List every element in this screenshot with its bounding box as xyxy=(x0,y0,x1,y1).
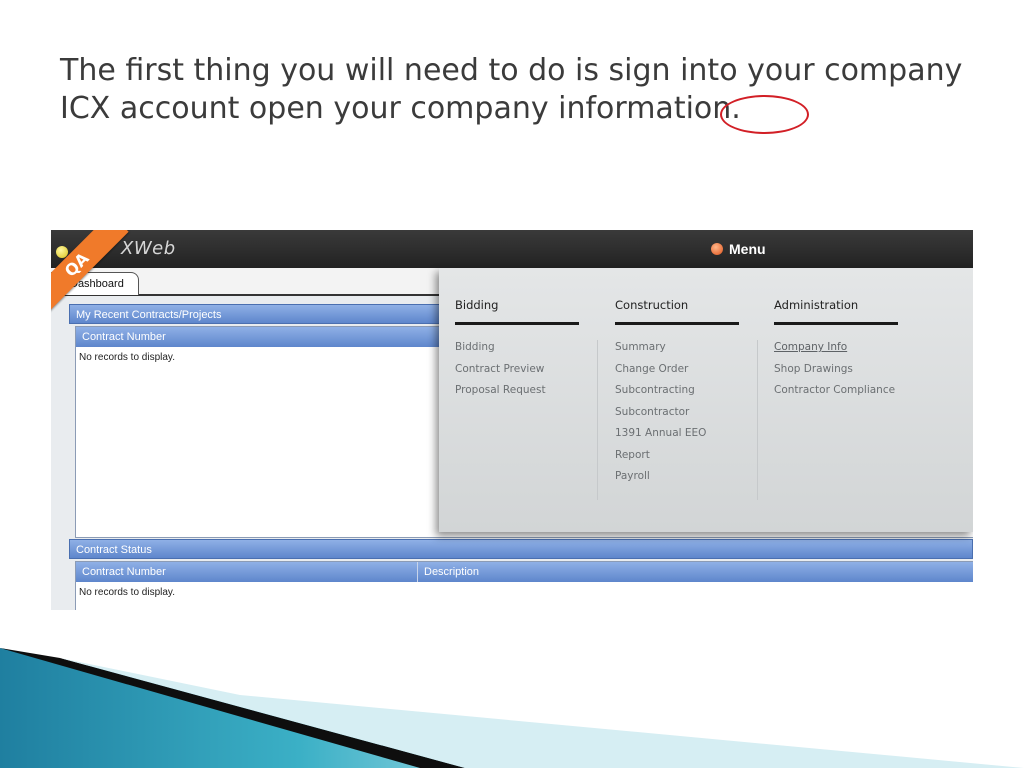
menu-column-divider xyxy=(597,340,598,500)
menu-item-report[interactable]: Report xyxy=(615,448,706,470)
empty-grid-message: No records to display. xyxy=(79,352,175,363)
menu-orb-icon xyxy=(711,243,723,255)
menu-item-subcontractor[interactable]: Subcontractor xyxy=(615,405,706,427)
contract-status-grid: Contract Number Description No records t… xyxy=(75,561,973,610)
menu-item-payroll[interactable]: Payroll xyxy=(615,469,706,491)
menu-item-summary[interactable]: Summary xyxy=(615,340,706,362)
app-screenshot: XWeb Menu Dashboard QA My Recent Contrac… xyxy=(51,230,973,610)
menu-heading-rule xyxy=(774,322,898,325)
menu-button[interactable]: Menu xyxy=(711,238,766,260)
menu-column-divider xyxy=(757,340,758,500)
menu-item-contract-preview[interactable]: Contract Preview xyxy=(455,362,546,384)
menu-item-bidding[interactable]: Bidding xyxy=(455,340,546,362)
mega-menu-dropdown: Bidding Bidding Contract Preview Proposa… xyxy=(439,268,973,532)
menu-item-contractor-compliance[interactable]: Contractor Compliance xyxy=(774,383,895,405)
menu-item-company-info[interactable]: Company Info xyxy=(774,340,895,362)
menu-heading-rule xyxy=(615,322,739,325)
menu-heading-administration: Administration xyxy=(774,298,859,312)
app-top-bar: XWeb Menu xyxy=(51,230,973,268)
menu-item-proposal-request[interactable]: Proposal Request xyxy=(455,383,546,405)
menu-item-1391-annual-eeo[interactable]: 1391 Annual EEO xyxy=(615,426,706,448)
column-header-description[interactable]: Description xyxy=(418,562,973,582)
menu-heading-construction: Construction xyxy=(615,298,689,312)
contract-status-header[interactable]: Contract Status xyxy=(69,539,973,559)
menu-heading-bidding: Bidding xyxy=(455,298,499,312)
column-header-contract-number[interactable]: Contract Number xyxy=(76,562,418,582)
empty-grid-message: No records to display. xyxy=(79,587,175,598)
menu-item-change-order[interactable]: Change Order xyxy=(615,362,706,384)
menu-label: Menu xyxy=(729,241,766,257)
app-logo-text: XWeb xyxy=(121,238,176,259)
menu-item-subcontracting[interactable]: Subcontracting xyxy=(615,383,706,405)
slide-title: The first thing you will need to do is s… xyxy=(60,53,963,126)
menu-item-shop-drawings[interactable]: Shop Drawings xyxy=(774,362,895,384)
menu-heading-rule xyxy=(455,322,579,325)
decorative-swoosh xyxy=(0,648,1024,768)
